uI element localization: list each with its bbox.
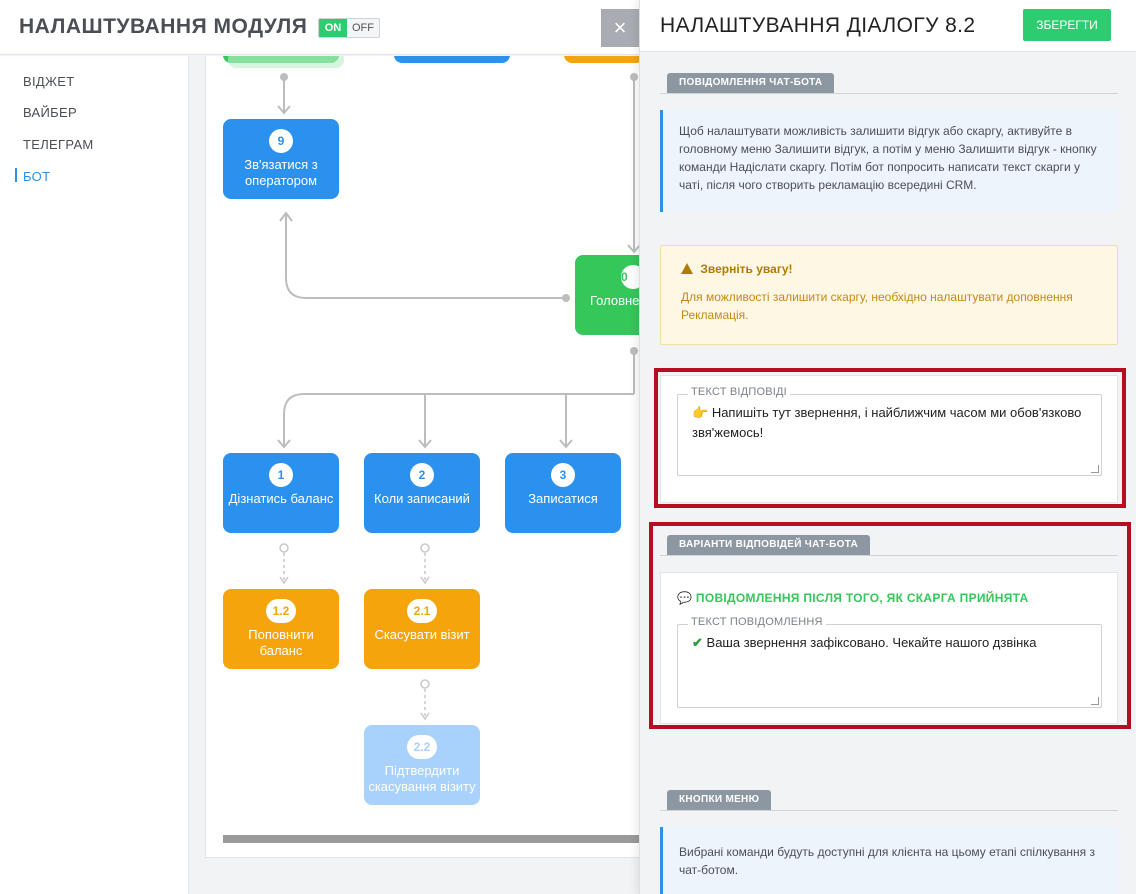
panel-title: НАЛАШТУВАННЯ ДІАЛОГУ 8.2 [660,14,976,37]
section-tab-menu-buttons: КНОПКИ МЕНЮ [667,790,772,810]
warning-icon [681,263,693,274]
canvas-horizontal-scrollbar[interactable] [223,835,643,843]
close-icon: × [613,15,627,40]
sidebar-item-bot[interactable]: БОТ [23,169,50,184]
flow-node-2-2[interactable]: 2.2 Підтвердити скасування візиту [364,725,485,810]
sidebar: ВІДЖЕТ ВАЙБЕР ТЕЛЕГРАМ БОТ [0,56,189,894]
node-label: Скасувати візит [374,627,470,642]
toggle-off[interactable]: OFF [347,19,379,37]
node-label: Записатися [528,491,598,506]
node-number: 2.2 [407,735,437,759]
section-tab-bot-message: ПОВІДОМЛЕННЯ ЧАТ-БОТА [667,73,835,93]
node-number: 2.1 [407,599,437,623]
sidebar-item-widget[interactable]: ВІДЖЕТ [23,74,75,89]
flow-node-1-2[interactable]: 1.2 Поповнити баланс [223,589,344,674]
node-partial-orange[interactable] [564,56,644,63]
node-number: 2 [410,463,434,487]
warning-text: Для можливості залишити скаргу, необхідн… [681,290,1073,322]
flow-node-3[interactable]: 3 Записатися [505,453,626,538]
node-label: Зв'язатися з оператором [244,157,318,188]
node-label: Підтвердити скасування візиту [368,763,476,794]
node-label: Поповнити баланс [248,627,314,658]
node-number: 9 [269,129,293,153]
module-title: НАЛАШТУВАННЯ МОДУЛЯ [19,15,308,38]
node-number: 1 [269,463,293,487]
node-label: Дізнатись баланс [228,491,334,506]
flow-node-0[interactable]: 0 Головне [575,255,644,340]
warning-box: Зверніть увагу! Для можливості залишити … [660,245,1118,345]
module-toggle[interactable]: ON OFF [318,18,380,38]
flow-node-9[interactable]: 9 Зв'язатися з оператором [223,119,344,204]
node-number: 1.2 [266,599,296,623]
flow-canvas[interactable]: 9 Зв'язатися з оператором 0 Головне 1 Ді… [205,56,645,858]
node-number: 3 [551,463,575,487]
node-partial-blue[interactable] [394,56,510,63]
flow-node-2[interactable]: 2 Коли записаний [364,453,485,538]
flow-node-2-1[interactable]: 2.1 Скасувати візит [364,589,485,674]
save-button[interactable]: ЗБЕРЕГТИ [1023,9,1111,41]
info-box: Щоб налаштувати можливість залишити відг… [660,110,1118,212]
node-label: Коли записаний [374,491,470,506]
highlight-frame-variants [649,522,1131,729]
warning-title: Зверніть увагу! [700,262,793,276]
menu-info-box: Вибрані команди будуть доступні для кліє… [660,827,1118,894]
section-divider [660,810,1118,811]
sidebar-item-telegram[interactable]: ТЕЛЕГРАМ [23,137,94,152]
section-divider [660,93,1118,94]
close-panel-button[interactable]: × [601,9,639,47]
node-partial-green-shadow [228,56,344,68]
sidebar-active-marker [15,168,17,182]
panel-header: НАЛАШТУВАННЯ ДІАЛОГУ 8.2 ЗБЕРЕГТИ [640,0,1136,52]
sidebar-item-viber[interactable]: ВАЙБЕР [23,105,77,120]
warning-title-row: Зверніть увагу! [681,262,1097,276]
app-root: НАЛАШТУВАННЯ МОДУЛЯ ON OFF ВІДЖЕТ ВАЙБЕР… [0,0,1136,894]
node-label: Головне [590,293,640,308]
toggle-on[interactable]: ON [319,19,347,37]
flow-node-1[interactable]: 1 Дізнатись баланс [223,453,344,538]
highlight-frame-reply [654,368,1126,508]
